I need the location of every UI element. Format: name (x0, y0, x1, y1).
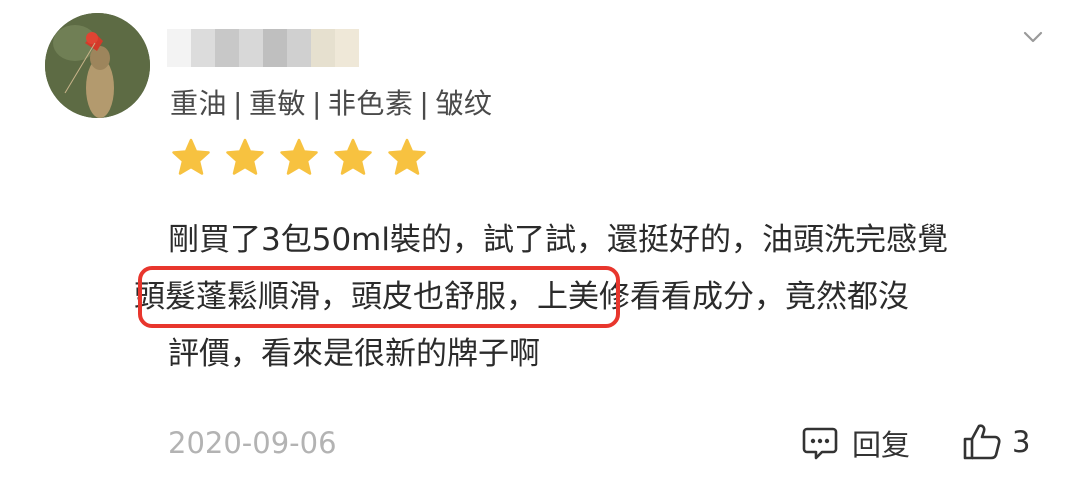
username-blurred[interactable] (167, 28, 367, 68)
tag-separator: | (311, 87, 322, 120)
review-line: 評價，看來是很新的牌子啊 (168, 336, 540, 372)
reply-button[interactable]: 回复 (800, 422, 910, 464)
star-icon (388, 138, 426, 175)
tag-separator: | (419, 87, 430, 120)
rating-stars (171, 137, 427, 177)
tag: 重敏 (248, 87, 306, 120)
like-count: 3 (1012, 425, 1031, 459)
tag: 非色素 (327, 87, 414, 120)
tag: 重油 (170, 87, 228, 120)
tag-separator: | (233, 87, 243, 120)
review-date: 2020-09-06 (168, 426, 337, 460)
thumbs-up-icon (963, 424, 1001, 460)
avatar[interactable] (45, 13, 150, 118)
like-button[interactable]: 3 (960, 420, 1030, 464)
avatar-image (45, 13, 150, 118)
star-icon (280, 138, 318, 175)
reply-label: 回复 (852, 428, 911, 462)
star-icon (226, 138, 264, 175)
tag: 皱纹 (435, 87, 493, 120)
highlight-annotation-box (138, 266, 620, 328)
skin-tags: 重油 | 重敏 | 非色素 | 皱纹 (170, 82, 492, 122)
comment-icon (802, 427, 838, 460)
chevron-down-icon[interactable] (1018, 22, 1048, 52)
star-icon (334, 138, 372, 175)
star-icon (172, 138, 210, 175)
review-line: 剛買了3包50ml裝的，試了試，還挺好的，油頭洗完感覺 (168, 222, 948, 258)
